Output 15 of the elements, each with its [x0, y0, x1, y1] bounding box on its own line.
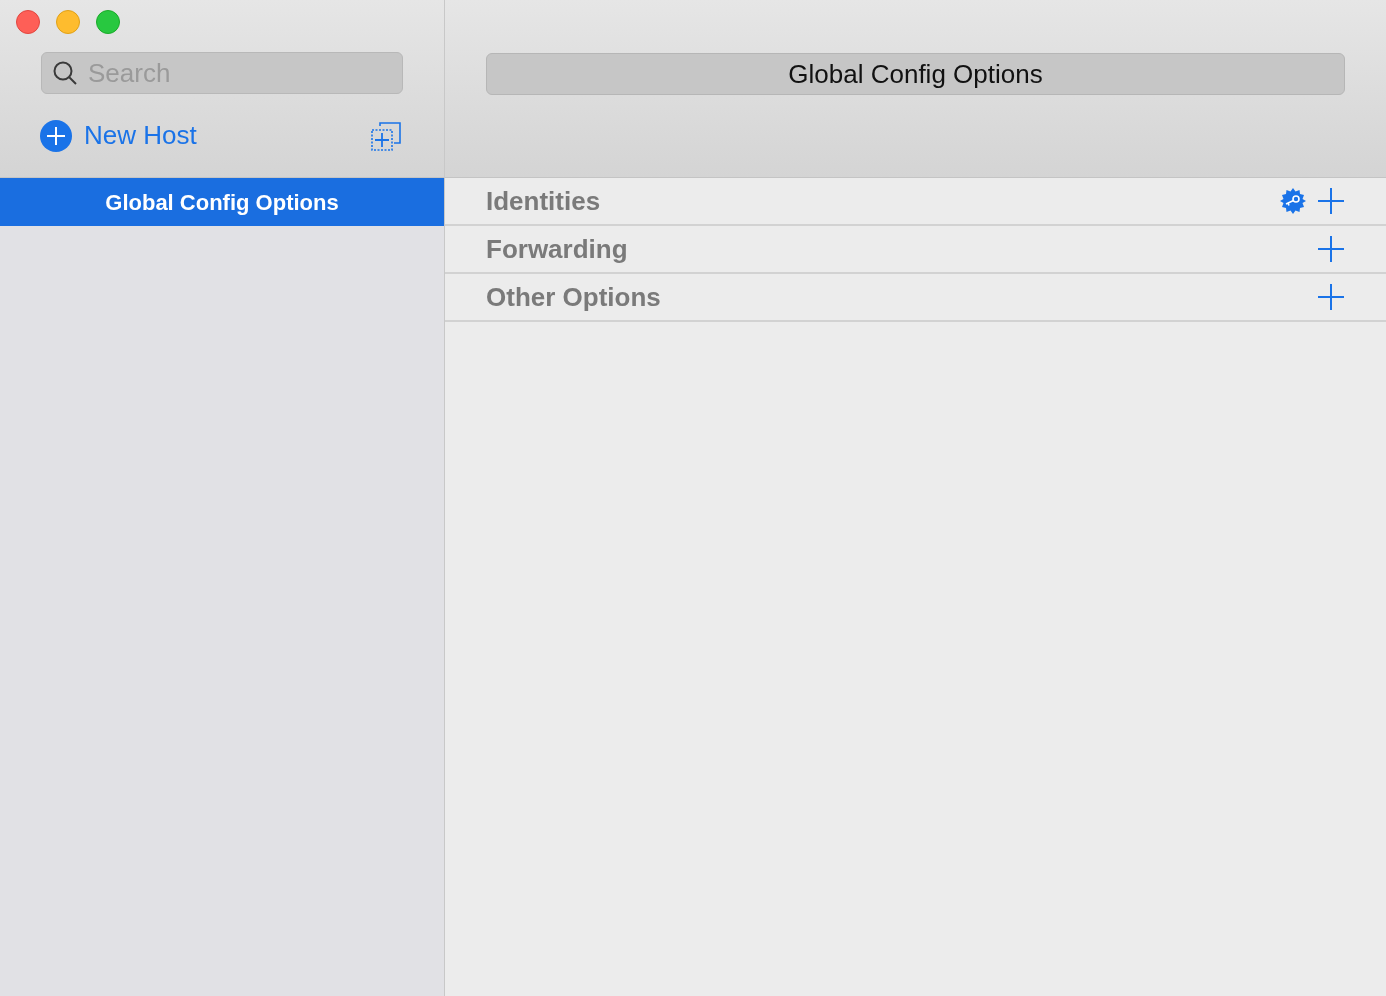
search-icon	[52, 60, 78, 86]
close-window-icon[interactable]	[16, 10, 40, 34]
zoom-window-icon[interactable]	[96, 10, 120, 34]
add-button[interactable]	[1318, 188, 1344, 214]
section-title: Forwarding	[486, 232, 629, 266]
plus-circle-icon	[40, 119, 72, 152]
add-button[interactable]	[1318, 236, 1344, 262]
section-title: Identities	[486, 184, 602, 218]
key-badge-icon[interactable]	[1280, 188, 1306, 214]
add-button[interactable]	[1318, 284, 1344, 310]
host-list-item[interactable]: Global Config Options	[0, 178, 444, 226]
host-title-field[interactable]: Global Config Options	[486, 53, 1345, 95]
duplicate-icon[interactable]	[370, 119, 402, 152]
section-title: Other Options	[486, 280, 662, 314]
new-host-button[interactable]: New Host	[40, 116, 197, 155]
